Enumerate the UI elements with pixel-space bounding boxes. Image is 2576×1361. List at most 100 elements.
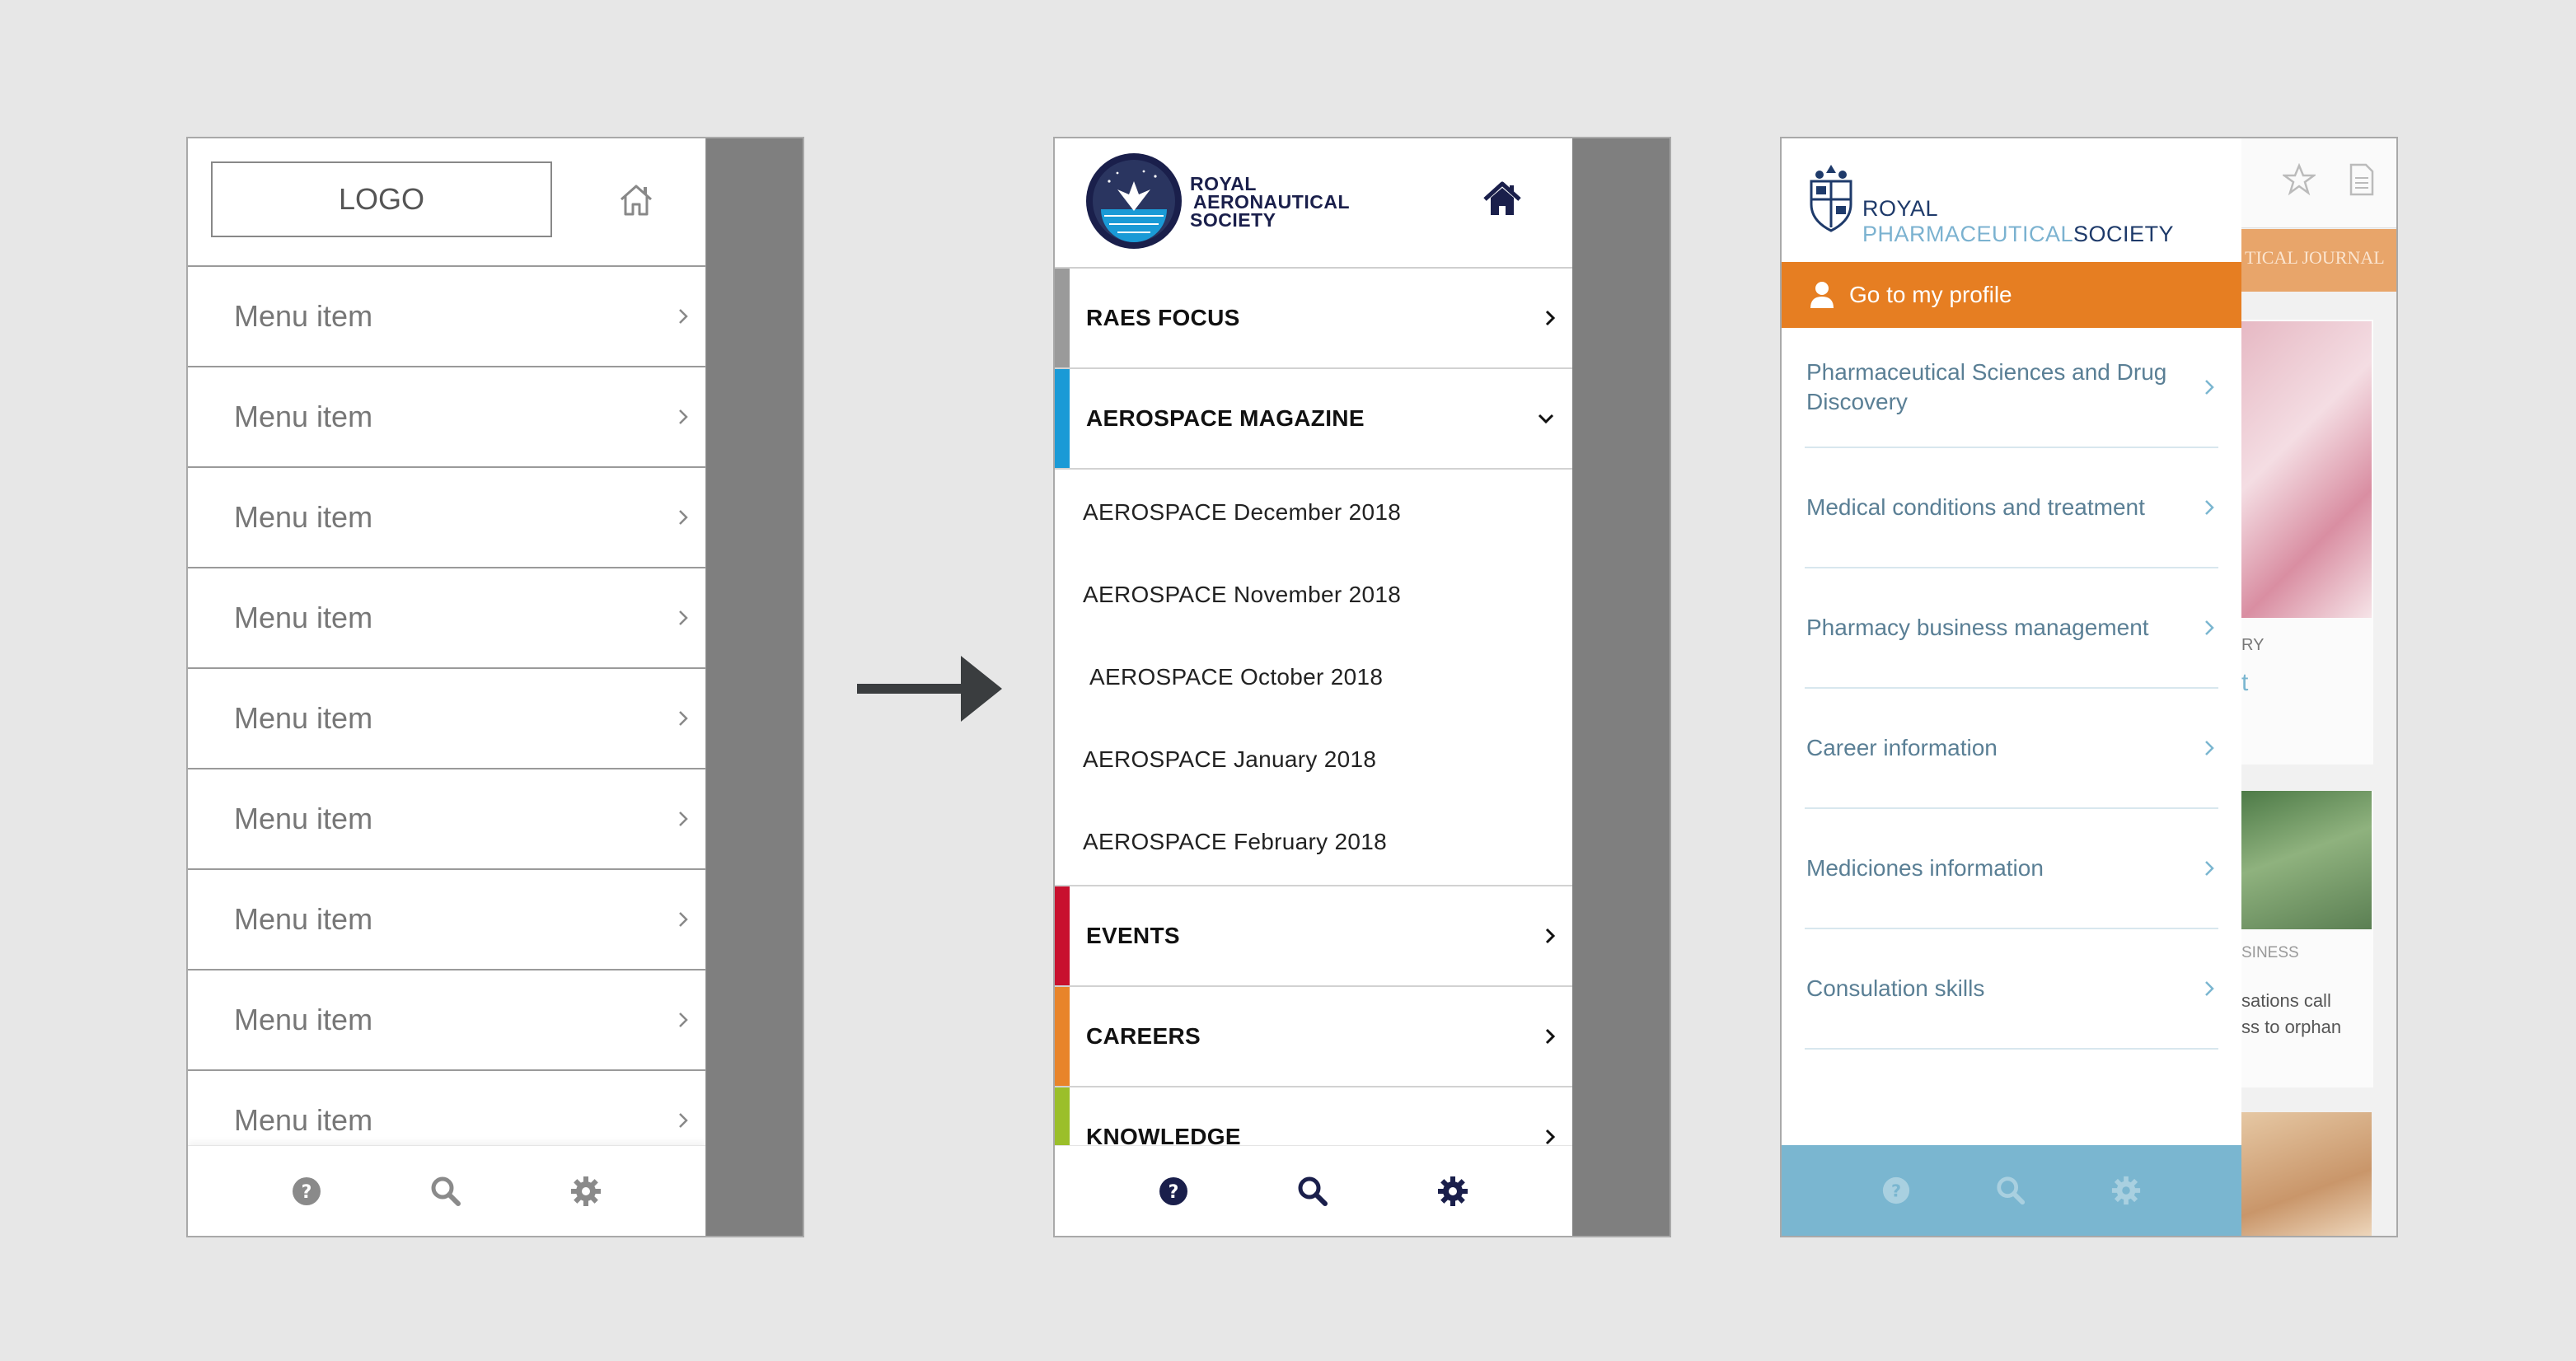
menu-item[interactable]: Menu item [188,669,705,769]
nav-item-label: Pharmaceutical Sciences and Drug Discove… [1806,359,2167,414]
svg-text:?: ? [1169,1182,1179,1203]
background-text: sations call [2241,990,2331,1011]
menu-item[interactable]: Menu item [188,267,705,367]
nav-item-label: EVENTS [1086,923,1180,948]
background-text: RY [2241,636,2265,654]
raes-brand-name: ROYAL AERONAUTICAL SOCIETY [1190,173,1350,231]
submenu-item-label: AEROSPACE October 2018 [1089,664,1384,690]
submenu-item[interactable]: AEROSPACE January 2018 [1055,718,1572,801]
chevron-right-icon [1545,310,1556,326]
chevron-down-icon [1538,414,1554,424]
logo-placeholder[interactable]: LOGO [211,161,552,237]
chevron-right-icon [2205,741,2214,755]
nav-item[interactable]: Mediciones information [1805,809,2218,929]
submenu-item-label: AEROSPACE December 2018 [1083,499,1402,525]
search-icon[interactable] [1296,1175,1329,1208]
chevron-right-icon [1545,1129,1556,1145]
rps-crest-icon[interactable] [1803,161,1859,234]
gear-icon[interactable] [2110,1175,2142,1206]
submenu-item[interactable]: AEROSPACE December 2018 [1055,471,1572,554]
user-icon [1810,282,1834,308]
menu-item[interactable]: Menu item [188,970,705,1071]
go-to-profile-button[interactable]: Go to my profile [1782,262,2241,328]
nav-item[interactable]: Consulation skills [1805,929,2218,1050]
nav-item[interactable]: Pharmacy business management [1805,568,2218,689]
menu-item-label: Menu item [234,802,373,835]
background-image [2240,791,2372,929]
home-icon[interactable] [616,181,656,219]
chevron-right-icon [679,811,688,826]
submenu-item[interactable]: AEROSPACE February 2018 [1055,801,1572,883]
nav-item-raes-focus[interactable]: RAES FOCUS [1055,269,1572,369]
nav-item-aerospace-magazine[interactable]: AEROSPACE MAGAZINE [1055,369,1572,470]
chevron-right-icon [679,309,688,324]
nav-item[interactable]: Medical conditions and treatment [1805,448,2218,568]
submenu-item[interactable]: AEROSPACE November 2018 [1055,554,1572,636]
chevron-right-icon [679,610,688,625]
background-page[interactable]: TICAL JOURNAL RY t SINESS sations call s… [2240,138,2396,1236]
nav-item-label: Consulation skills [1806,975,1985,1001]
raes-logo-icon[interactable] [1084,152,1183,250]
chevron-right-icon [679,1013,688,1027]
help-icon[interactable]: ? [291,1176,322,1207]
chevron-right-icon [2205,380,2214,395]
rps-brand-name: ROYAL PHARMACEUTICALSOCIETY [1862,196,2175,246]
wireframe-phone: LOGO Menu item Menu item Menu item Menu … [186,137,804,1237]
section-color-stripe [1055,369,1070,468]
chevron-right-icon [1545,1028,1556,1045]
submenu-item-label: AEROSPACE February 2018 [1083,829,1387,854]
menu-item[interactable]: Menu item [188,468,705,568]
search-icon[interactable] [1995,1175,2026,1206]
dimmed-backdrop[interactable] [1569,138,1670,1236]
submenu-item-label: AEROSPACE November 2018 [1083,582,1402,607]
drawer-footer: ? [188,1145,705,1236]
menu-item-label: Menu item [234,1103,373,1137]
menu-item[interactable]: Menu item [188,367,705,468]
menu-item-label: Menu item [234,601,373,634]
chevron-right-icon [2205,500,2214,515]
help-icon[interactable]: ? [1881,1176,1911,1205]
chevron-right-icon [679,510,688,525]
nav-item-events[interactable]: EVENTS [1055,886,1572,987]
chevron-right-icon [679,711,688,726]
gear-icon[interactable] [569,1175,602,1208]
drawer-header: ROYAL AERONAUTICAL SOCIETY [1055,138,1572,269]
section-color-stripe [1055,886,1070,985]
chevron-right-icon [2205,620,2214,635]
drawer-header: LOGO [188,138,705,267]
document-icon [2349,163,2374,196]
submenu-item-label: AEROSPACE January 2018 [1083,746,1377,772]
nav-item-label: CAREERS [1086,1023,1201,1049]
svg-text:?: ? [302,1182,312,1203]
background-text: t [2241,669,2249,696]
nav-item-label: Mediciones information [1806,855,2044,881]
nav-item-label: Pharmacy business management [1806,615,2149,640]
nav-item[interactable]: Pharmaceutical Sciences and Drug Discove… [1805,328,2218,448]
nav-item[interactable]: Career information [1805,689,2218,809]
rps-drawer: ROYAL PHARMACEUTICALSOCIETY Go to my pro… [1782,138,2241,1236]
background-top-bar [2240,138,2396,228]
submenu-item[interactable]: AEROSPACE October 2018 [1055,636,1572,718]
svg-text:?: ? [1891,1181,1901,1201]
help-icon[interactable]: ? [1158,1176,1189,1207]
section-color-stripe [1055,987,1070,1086]
menu-item[interactable]: Menu item [188,870,705,970]
arrow-right-icon [857,656,1002,722]
background-text: SINESS [2241,944,2299,961]
nav-item-label: Medical conditions and treatment [1806,494,2145,520]
nav-item-label: RAES FOCUS [1086,305,1240,330]
menu-item[interactable]: Menu item [188,568,705,669]
menu-item-label: Menu item [234,400,373,433]
menu-item-label: Menu item [234,1003,373,1036]
background-image [2240,321,2372,618]
chevron-right-icon [679,409,688,424]
search-icon[interactable] [429,1175,462,1208]
menu-item[interactable]: Menu item [188,769,705,870]
chevron-right-icon [679,912,688,927]
profile-label: Go to my profile [1849,282,2012,307]
nav-item-careers[interactable]: CAREERS [1055,987,1572,1087]
dimmed-backdrop[interactable] [702,138,803,1236]
gear-icon[interactable] [1436,1175,1469,1208]
home-icon[interactable] [1483,181,1521,217]
chevron-right-icon [2205,981,2214,996]
